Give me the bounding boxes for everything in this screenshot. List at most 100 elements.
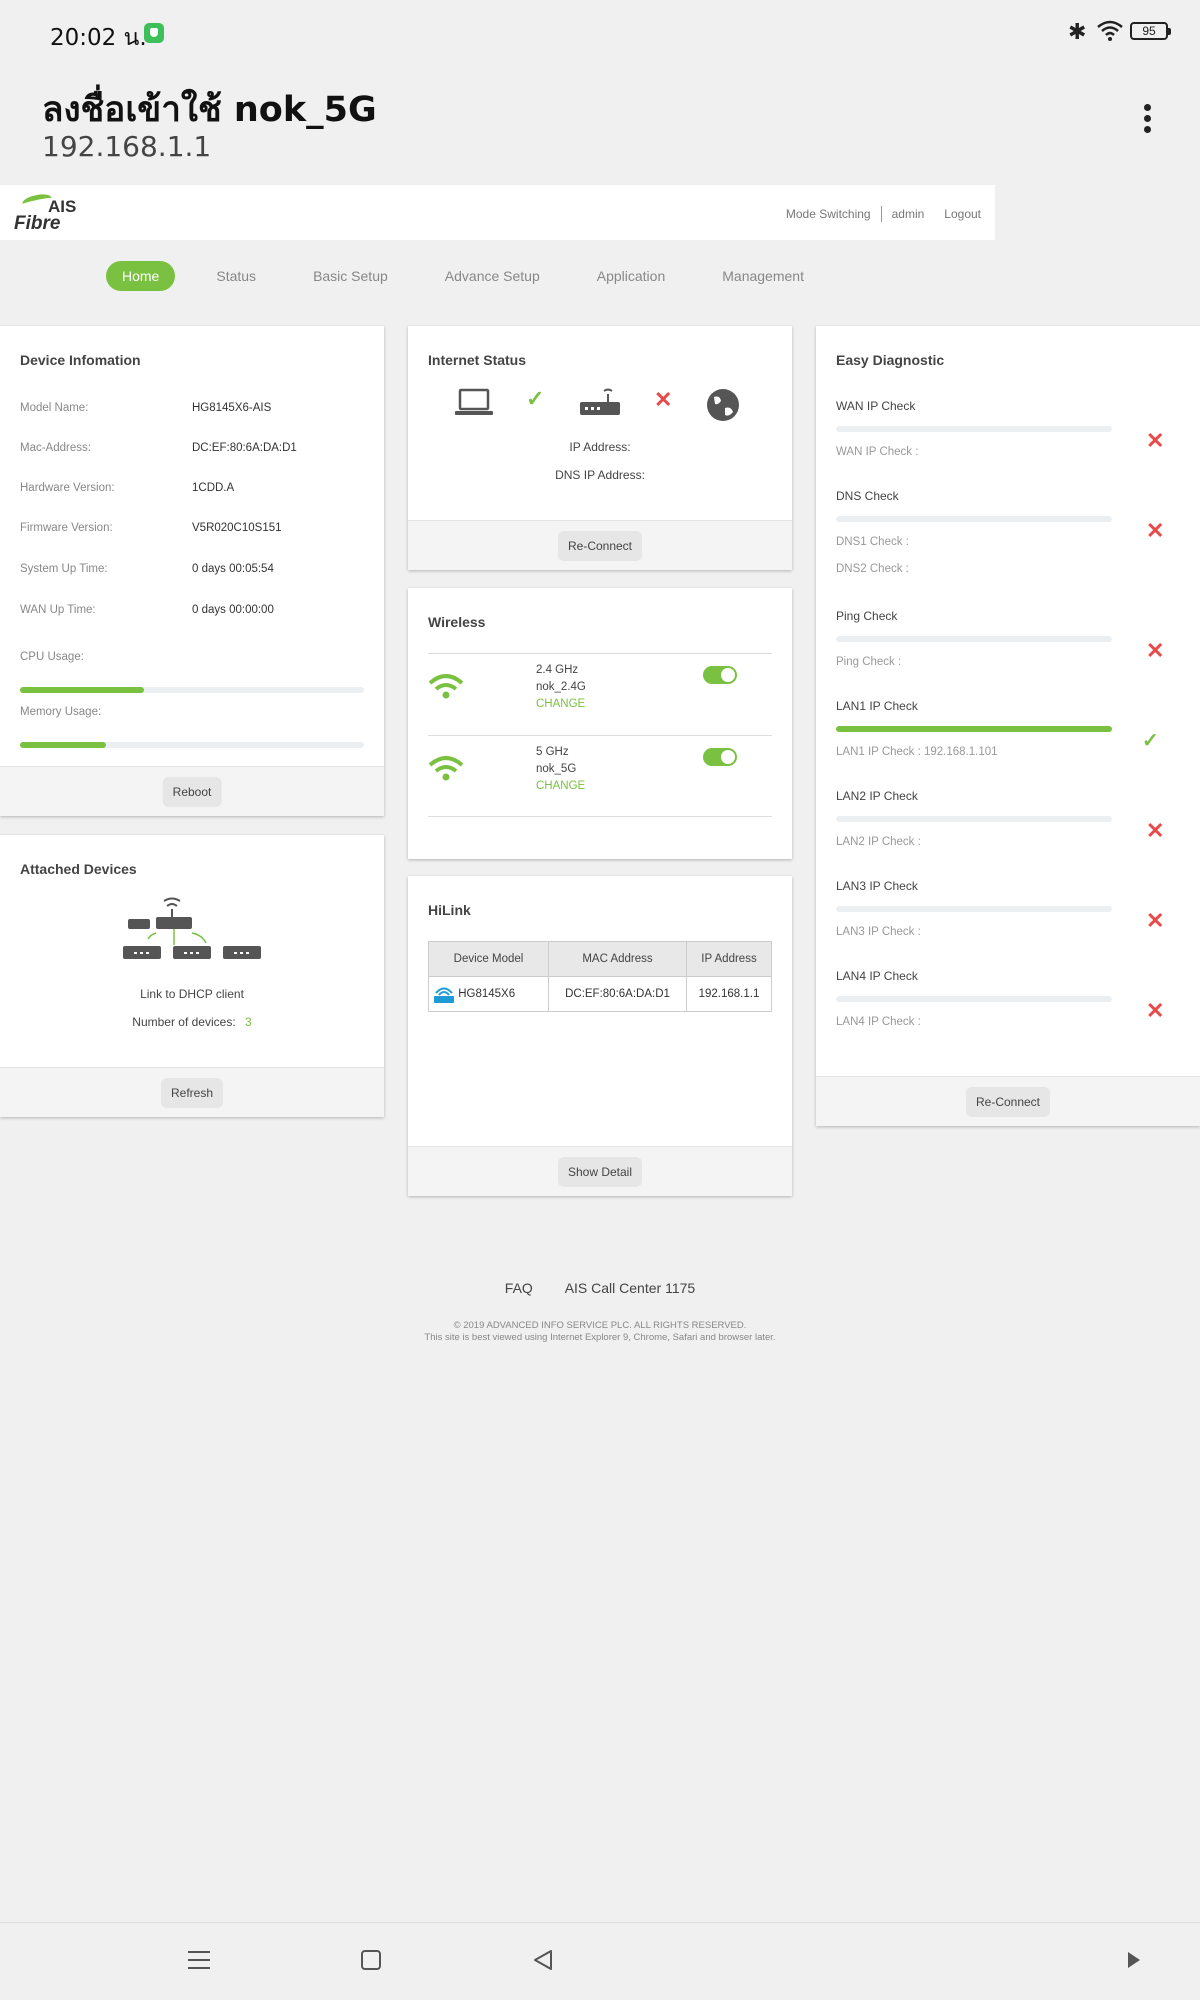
network-devices-icon: [123, 897, 261, 959]
nav-management[interactable]: Management: [706, 261, 820, 291]
wan-check-result: WAN IP Check :: [836, 446, 919, 458]
reboot-button[interactable]: Reboot: [162, 777, 222, 807]
system-uptime-value: 0 days 00:05:54: [192, 563, 274, 575]
band-label: 2.4 GHz: [536, 664, 579, 676]
page-url: 192.168.1.1: [42, 130, 212, 163]
dns2-check-result: DNS2 Check :: [836, 563, 909, 575]
nav-advance-setup[interactable]: Advance Setup: [429, 261, 556, 291]
wifi-icon: [428, 674, 464, 699]
router-header: AIS Fibre Mode Switching admin Logout: [0, 185, 995, 240]
wifi-icon: [1097, 20, 1123, 41]
router-icon: [580, 388, 620, 415]
lan3-check-bar: [836, 906, 1112, 912]
hardware-label: Hardware Version:: [20, 482, 115, 494]
browser-note: This site is best viewed using Internet …: [424, 1332, 776, 1343]
lan4-check-result: LAN4 IP Check :: [836, 1016, 921, 1028]
hilink-table: Device Model MAC Address IP Address HG81…: [428, 941, 772, 1012]
play-icon[interactable]: [1126, 1949, 1142, 1971]
column-header: Device Model: [428, 941, 549, 977]
back-icon[interactable]: [532, 1949, 554, 1971]
internet-reconnect-button[interactable]: Re-Connect: [557, 531, 643, 561]
logout-link[interactable]: Logout: [934, 207, 991, 221]
fail-icon: ✕: [1146, 428, 1165, 453]
hilink-router-icon: [434, 987, 454, 1003]
dns1-check-result: DNS1 Check :: [836, 536, 909, 548]
admin-link[interactable]: admin: [882, 207, 935, 221]
lan1-check-bar: [836, 726, 1112, 732]
call-center-link[interactable]: AIS Call Center 1175: [565, 1280, 695, 1296]
nav-home[interactable]: Home: [106, 261, 176, 291]
lan2-check-result: LAN2 IP Check :: [836, 836, 921, 848]
nav-application[interactable]: Application: [581, 261, 682, 291]
panel-title: Wireless: [428, 614, 486, 630]
nav-status[interactable]: Status: [200, 261, 272, 291]
diagnostic-reconnect-button[interactable]: Re-Connect: [965, 1087, 1051, 1117]
status-bar: 20:02 น. ✱ 95: [0, 0, 1200, 64]
home-icon[interactable]: [360, 1949, 382, 1971]
memory-usage-fill: [20, 742, 106, 748]
faq-link[interactable]: FAQ: [505, 1280, 533, 1296]
copyright-text: © 2019 ADVANCED INFO SERVICE PLC. ALL RI…: [453, 1320, 747, 1331]
fail-icon: ✕: [1146, 638, 1165, 663]
wireless-band-info: 2.4 GHz nok_2.4G CHANGE: [536, 662, 586, 713]
device-model-cell: HG8145X6: [428, 976, 549, 1012]
device-model-value: HG8145X6: [458, 988, 516, 1001]
panel-footer: Reboot: [0, 766, 384, 816]
internet-status-panel: Internet Status ✓ ✕ IP Address: DNS IP A…: [408, 326, 792, 570]
table-row[interactable]: HG8145X6 DC:EF:80:6A:DA:D1 192.168.1.1: [428, 976, 772, 1012]
bluetooth-icon: ✱: [1068, 19, 1087, 44]
device-info-panel: Device Infomation Model Name: HG8145X6-A…: [0, 326, 384, 816]
band-label: 5 GHz: [536, 746, 569, 758]
shield-icon: [144, 23, 164, 43]
device-count: Number of devices: 3: [0, 1015, 384, 1029]
lan4-check-bar: [836, 996, 1112, 1002]
dns-address-label: DNS IP Address:: [555, 468, 645, 482]
wifi-2g-toggle[interactable]: [703, 666, 737, 684]
firmware-value: V5R020C10S151: [192, 522, 282, 534]
wireless-band-info: 5 GHz nok_5G CHANGE: [536, 744, 585, 795]
ping-check-title: Ping Check: [836, 609, 898, 623]
wan-uptime-label: WAN Up Time:: [20, 604, 96, 616]
device-count-label: Number of devices:: [132, 1015, 236, 1029]
lan1-check-title: LAN1 IP Check: [836, 699, 918, 713]
panel-title: Device Infomation: [20, 352, 141, 368]
system-nav-bar: [0, 1922, 1200, 2000]
memory-usage-bar: [20, 742, 364, 748]
page-title: ลงชื่อเข้าใช้ nok_5G: [42, 90, 377, 130]
panel-title: Internet Status: [428, 352, 527, 368]
wan-uptime-value: 0 days 00:00:00: [192, 604, 274, 616]
mac-address-cell: DC:EF:80:6A:DA:D1: [548, 976, 687, 1012]
pass-icon: ✓: [1142, 730, 1159, 752]
ais-fibre-logo[interactable]: AIS Fibre: [12, 192, 82, 234]
footer-links: FAQ AIS Call Center 1175: [0, 1280, 1200, 1296]
mac-label: Mac-Address:: [20, 442, 91, 454]
change-2g-link[interactable]: CHANGE: [536, 696, 586, 713]
lan2-check-bar: [836, 816, 1112, 822]
wireless-band-row: 5 GHz nok_5G CHANGE: [428, 735, 772, 817]
top-links: Mode Switching admin Logout: [776, 206, 991, 222]
refresh-button[interactable]: Refresh: [160, 1078, 224, 1108]
ssid-label: nok_5G: [536, 763, 577, 775]
nav-basic-setup[interactable]: Basic Setup: [297, 261, 404, 291]
change-5g-link[interactable]: CHANGE: [536, 778, 585, 795]
easy-diagnostic-panel: Easy Diagnostic WAN IP Check WAN IP Chec…: [816, 326, 1200, 1126]
more-menu-icon[interactable]: [1136, 104, 1158, 140]
dhcp-link[interactable]: Link to DHCP client: [0, 987, 384, 1001]
copyright: © 2019 ADVANCED INFO SERVICE PLC. ALL RI…: [0, 1320, 1200, 1344]
model-value: HG8145X6-AIS: [192, 402, 272, 414]
menu-icon[interactable]: [187, 1949, 211, 1971]
wireless-band-row: 2.4 GHz nok_2.4G CHANGE: [428, 653, 772, 735]
fail-icon: ✕: [1146, 998, 1165, 1023]
ip-address-cell: 192.168.1.1: [686, 976, 772, 1012]
column-header: MAC Address: [548, 941, 687, 977]
column-header: IP Address: [686, 941, 772, 977]
dns-check-bar: [836, 516, 1112, 522]
wifi-5g-toggle[interactable]: [703, 748, 737, 766]
model-label: Model Name:: [20, 402, 89, 414]
mode-switching-link[interactable]: Mode Switching: [776, 207, 881, 221]
cpu-usage-bar: [20, 687, 364, 693]
hardware-value: 1CDD.A: [192, 482, 235, 494]
show-detail-button[interactable]: Show Detail: [557, 1157, 643, 1187]
panel-title: HiLink: [428, 902, 471, 918]
check-icon: ✓: [526, 386, 545, 411]
